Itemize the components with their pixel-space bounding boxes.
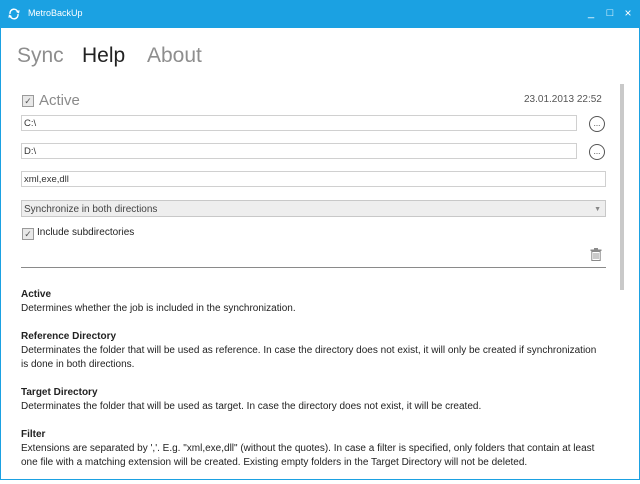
help-section-filter: Filter Extensions are separated by ','. … (21, 428, 606, 470)
include-subdirectories-label: Include subdirectories (37, 227, 135, 238)
active-label: Active (39, 92, 80, 109)
minimize-icon[interactable]: _ (584, 6, 598, 20)
scrollbar-thumb[interactable] (620, 84, 624, 290)
sync-icon (8, 8, 20, 20)
help-section-active: Active Determines whether the job is inc… (21, 288, 606, 316)
title-bar: MetroBackUp _ □ × (0, 0, 640, 28)
help-text: Determinates the folder that will be use… (21, 345, 597, 370)
sync-direction-select[interactable]: Synchronize in both directions ▼ (21, 200, 606, 217)
help-content: Active Determines whether the job is inc… (21, 288, 606, 484)
close-icon[interactable]: × (621, 6, 635, 20)
filter-input[interactable]: xml,exe,dll (21, 171, 606, 187)
dropdown-arrow-icon: ▼ (594, 206, 601, 213)
help-section-reference-directory: Reference Directory Determinates the fol… (21, 330, 606, 372)
help-title: Filter (21, 429, 46, 440)
help-title: Target Directory (21, 387, 98, 398)
tab-help[interactable]: Help (82, 44, 125, 68)
tab-sync[interactable]: Sync (17, 44, 64, 68)
help-text: Determinates the folder that will be use… (21, 401, 482, 412)
browse-reference-button[interactable]: ... (589, 116, 605, 132)
help-text: Extensions are separated by ','. E.g. "x… (21, 443, 595, 468)
help-title: Active (21, 289, 52, 300)
browse-target-button[interactable]: ... (589, 144, 605, 160)
maximize-icon[interactable]: □ (603, 6, 617, 20)
reference-directory-input[interactable]: C:\ (21, 115, 577, 131)
target-directory-input[interactable]: D:\ (21, 143, 577, 159)
sync-direction-value: Synchronize in both directions (24, 204, 158, 215)
divider (21, 267, 606, 268)
trash-icon[interactable] (590, 248, 602, 261)
last-sync-timestamp: 23.01.2013 22:52 (524, 94, 602, 105)
app-title: MetroBackUp (28, 8, 83, 18)
help-title: Reference Directory (21, 331, 117, 342)
help-text: Determines whether the job is included i… (21, 303, 296, 314)
include-subdirectories-checkbox[interactable]: ✓ (22, 228, 34, 240)
window-border (0, 28, 1, 480)
help-section-target-directory: Target Directory Determinates the folder… (21, 386, 606, 414)
active-checkbox[interactable]: ✓ (22, 95, 34, 107)
tab-about[interactable]: About (147, 44, 202, 68)
